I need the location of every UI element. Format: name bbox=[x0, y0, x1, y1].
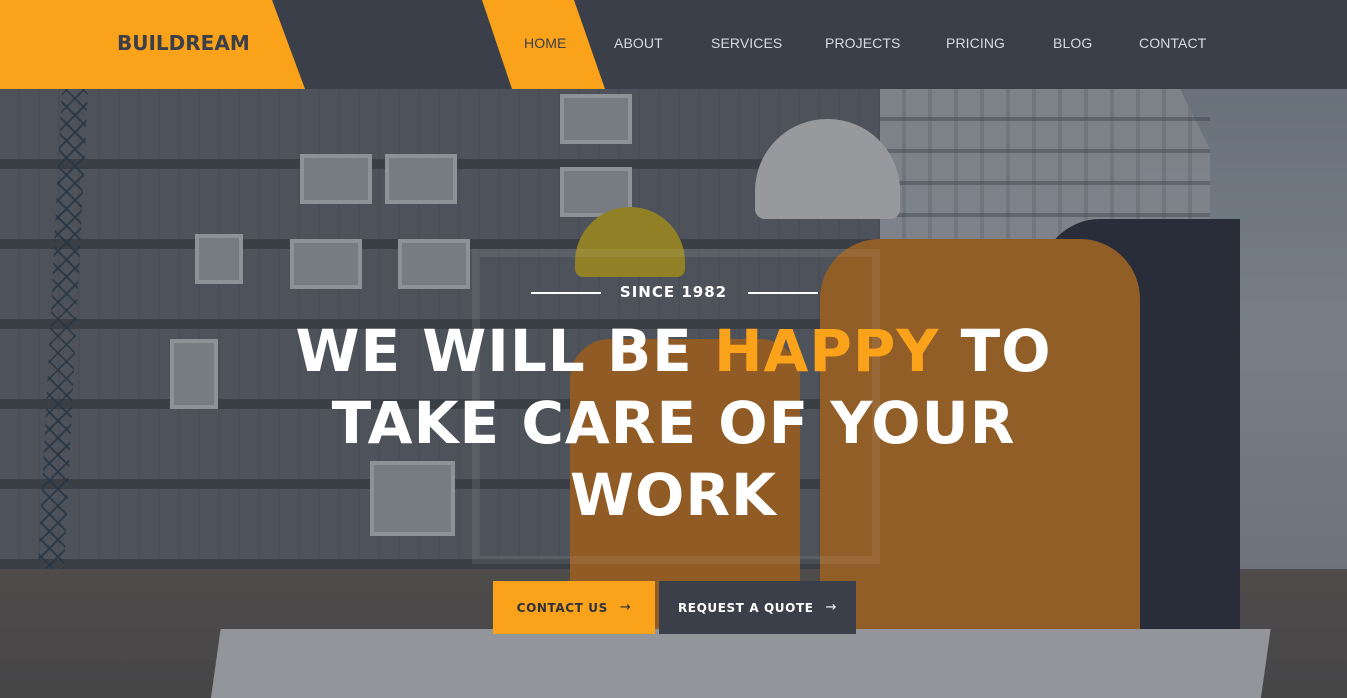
nav-item-projects[interactable]: PROJECTS bbox=[825, 35, 900, 51]
since-label: SINCE 1982 bbox=[619, 283, 728, 301]
arrow-right-icon: → bbox=[619, 600, 632, 615]
contact-us-button[interactable]: CONTACT US → bbox=[493, 581, 655, 634]
nav-item-home[interactable]: HOME bbox=[524, 35, 566, 51]
headline-text: WE WILL BE bbox=[295, 317, 714, 385]
headline-highlight: HAPPY bbox=[713, 317, 940, 385]
nav-item-contact[interactable]: CONTACT bbox=[1139, 35, 1206, 51]
headline-text: TO bbox=[939, 317, 1052, 385]
arrow-right-icon: → bbox=[825, 600, 838, 615]
contact-us-label: CONTACT US bbox=[516, 600, 608, 615]
headline-line-2: TAKE CARE OF YOUR bbox=[331, 389, 1016, 457]
hero-section: SINCE 1982 WE WILL BE HAPPY TO TAKE CARE… bbox=[0, 89, 1347, 698]
nav-item-services[interactable]: SERVICES bbox=[711, 35, 782, 51]
hero-headline: WE WILL BE HAPPY TO TAKE CARE OF YOUR WO… bbox=[0, 315, 1347, 531]
nav-item-blog[interactable]: BLOG bbox=[1053, 35, 1092, 51]
site-header: BUILDREAM HOME ABOUT SERVICES PROJECTS P… bbox=[0, 0, 1347, 89]
site-logo[interactable]: BUILDREAM bbox=[117, 31, 250, 55]
request-quote-label: REQUEST A QUOTE bbox=[677, 600, 814, 615]
headline-line-3: WORK bbox=[570, 461, 777, 529]
since-row: SINCE 1982 bbox=[0, 283, 1347, 301]
since-line-right bbox=[748, 292, 818, 294]
request-quote-button[interactable]: REQUEST A QUOTE → bbox=[659, 581, 856, 634]
headline-line-1: WE WILL BE HAPPY TO bbox=[296, 317, 1052, 385]
nav-item-about[interactable]: ABOUT bbox=[614, 35, 663, 51]
nav-item-pricing[interactable]: PRICING bbox=[946, 35, 1005, 51]
